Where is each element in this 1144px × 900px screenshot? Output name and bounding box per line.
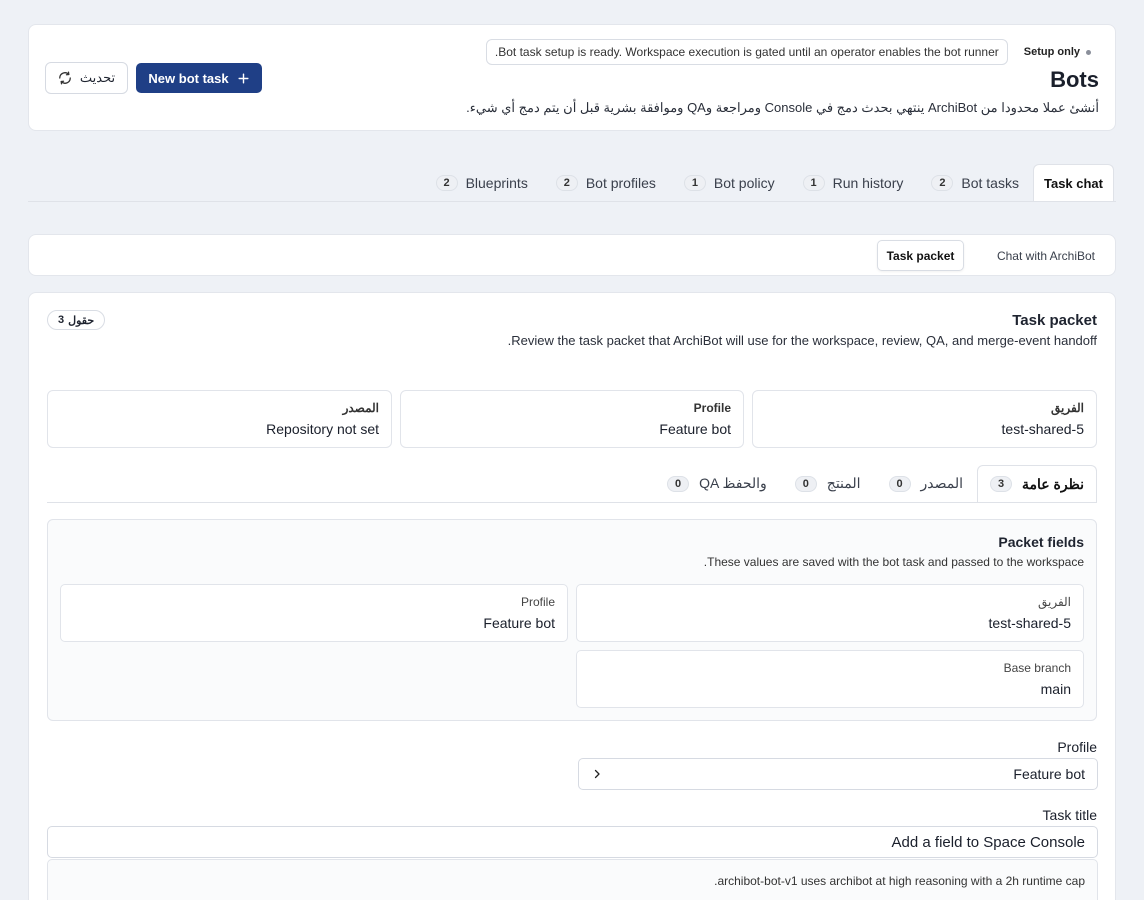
tab-label: Task chat xyxy=(1043,175,1103,191)
field-value: main xyxy=(1040,681,1071,697)
tab-label: Bot profiles xyxy=(585,174,656,191)
setup-row: Setup only Bot task setup is ready. Work… xyxy=(485,39,1091,65)
header-card: Setup only Bot task setup is ready. Work… xyxy=(28,24,1116,131)
tab-count: 0 xyxy=(667,475,690,492)
info-label: الفريق xyxy=(1050,401,1084,415)
info-profile: Profile Feature bot xyxy=(400,390,744,448)
tab-label: Run history xyxy=(832,174,904,191)
info-label: Profile xyxy=(693,401,731,415)
tab-count: 1 xyxy=(683,174,706,191)
tab-count: 2 xyxy=(435,174,458,191)
tab-run-history[interactable]: Run history 1 xyxy=(789,164,918,201)
info-label: المصدر xyxy=(342,401,379,415)
tab-blueprints[interactable]: Blueprints 2 xyxy=(422,164,542,201)
field-label: الفريق xyxy=(1037,595,1071,609)
task-title-input[interactable] xyxy=(47,826,1098,858)
task-title-label: Task title xyxy=(1042,807,1097,823)
field-team: الفريق test-shared-5 xyxy=(576,584,1084,642)
tab-task-chat[interactable]: Task chat xyxy=(1032,164,1114,201)
tab-label: QA والحفظ xyxy=(699,475,767,491)
runtime-note: archibot-bot-v1 uses archibot at high re… xyxy=(47,859,1098,900)
tab-label: Bot tasks xyxy=(961,174,1019,191)
field-label: Base branch xyxy=(1003,661,1071,675)
new-bot-task-label: New bot task xyxy=(148,70,229,86)
setup-only-badge: Setup only xyxy=(1024,46,1091,58)
tab-label: المنتج xyxy=(826,475,861,491)
fields-panel-title: Packet fields xyxy=(998,534,1084,550)
tab-overview[interactable]: نظرة عامة 3 xyxy=(977,465,1097,502)
runtime-note-text: archibot-bot-v1 uses archibot at high re… xyxy=(714,874,1085,888)
page-description: أنشئ عملا محدودا من ArchiBot ينتهي بحدث … xyxy=(466,100,1099,115)
task-packet-card: Task packet Review the task packet that … xyxy=(28,292,1116,900)
fields-panel-description: These values are saved with the bot task… xyxy=(703,555,1084,569)
tab-qa-save[interactable]: QA والحفظ 0 xyxy=(653,465,781,502)
packet-title: Task packet xyxy=(1012,312,1097,329)
toggle-packet-label: Task packet xyxy=(886,248,955,263)
chevron-left-icon xyxy=(591,768,603,780)
info-value: Feature bot xyxy=(659,421,731,437)
packet-section-tabs: نظرة عامة 3 المصدر 0 المنتج 0 QA والحفظ … xyxy=(47,465,1097,503)
tab-label: المصدر xyxy=(920,475,964,491)
profile-label: Profile xyxy=(1057,739,1097,755)
toggle-task-packet[interactable]: Task packet xyxy=(877,240,964,271)
main-tabs: Task chat Bot tasks 2 Run history 1 Bot … xyxy=(28,164,1116,202)
field-profile: Profile Feature bot xyxy=(60,584,568,642)
toggle-chat-label: Chat with ArchiBot xyxy=(996,248,1096,263)
info-value: Repository not set xyxy=(266,421,379,437)
info-team: الفريق test-shared-5 xyxy=(752,390,1097,448)
tab-count: 2 xyxy=(931,174,954,191)
field-label: Profile xyxy=(520,595,555,609)
profile-select-value: Feature bot xyxy=(1013,766,1085,782)
fields-count-badge: حقول 3 xyxy=(47,310,106,330)
tab-bot-tasks[interactable]: Bot tasks 2 xyxy=(917,164,1033,201)
tab-bot-profiles[interactable]: Bot profiles 2 xyxy=(542,164,670,201)
new-bot-task-button[interactable]: New bot task xyxy=(136,63,262,93)
field-value: test-shared-5 xyxy=(988,615,1071,631)
tab-source[interactable]: المصدر 0 xyxy=(875,465,978,502)
tab-count: 1 xyxy=(802,174,825,191)
field-value: Feature bot xyxy=(483,615,555,631)
fields-count: 3 xyxy=(58,314,65,326)
refresh-label: تحديث xyxy=(79,70,116,85)
tab-label: Blueprints xyxy=(465,174,528,191)
page-title: Bots xyxy=(1050,67,1099,92)
tab-bot-policy[interactable]: Bot policy 1 xyxy=(670,164,789,201)
field-base-branch: Base branch main xyxy=(576,650,1084,708)
status-dot-icon xyxy=(1086,49,1091,55)
packet-fields-panel: Packet fields These values are saved wit… xyxy=(47,519,1097,721)
packet-description: Review the task packet that ArchiBot wil… xyxy=(507,333,1097,348)
tab-product[interactable]: المنتج 0 xyxy=(781,465,875,502)
tab-count: 0 xyxy=(794,475,817,492)
view-toggle: Chat with ArchiBot Task packet xyxy=(28,234,1116,276)
profile-select[interactable]: Feature bot xyxy=(578,758,1098,790)
refresh-icon xyxy=(58,71,72,85)
tab-label: Bot policy xyxy=(713,174,775,191)
plus-icon xyxy=(237,72,250,85)
toggle-chat-with-archibot[interactable]: Chat with ArchiBot xyxy=(991,240,1101,271)
setup-only-label: Setup only xyxy=(1023,46,1080,58)
info-source: المصدر Repository not set xyxy=(47,390,392,448)
info-value: test-shared-5 xyxy=(1001,421,1084,437)
tab-count: 3 xyxy=(990,476,1013,492)
tab-count: 2 xyxy=(555,174,578,191)
tab-count: 0 xyxy=(888,475,911,492)
fields-word: حقول xyxy=(68,314,95,327)
refresh-button[interactable]: تحديث xyxy=(45,62,128,94)
runner-notice: Bot task setup is ready. Workspace execu… xyxy=(485,39,1008,65)
tab-label: نظرة عامة xyxy=(1022,475,1084,492)
